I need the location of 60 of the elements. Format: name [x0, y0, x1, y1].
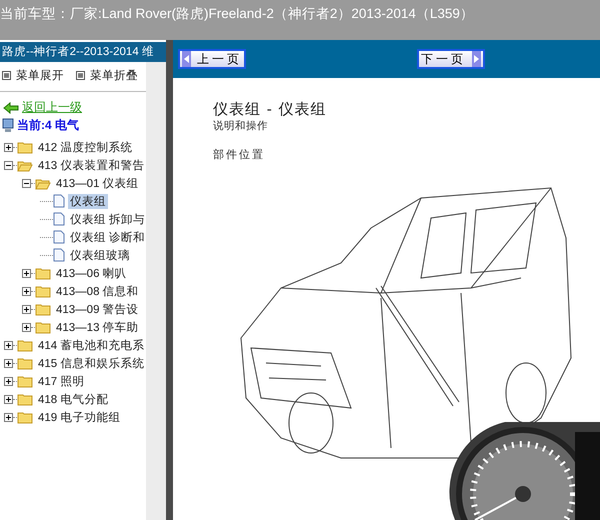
expand-icon[interactable] [4, 340, 13, 350]
tree-item[interactable]: 414 蓄电池和充电系 [36, 338, 146, 352]
current-location: 当前:4 电气 [17, 117, 80, 134]
folder-icon [17, 140, 33, 154]
window-title: 当前车型：厂家:Land Rover(路虎)Freeland-2（神行者2）2013-2014（L359） [0, 6, 474, 21]
tree-item[interactable]: 仪表组 诊断和 [68, 230, 148, 244]
menu-link[interactable]: 菜单折叠 [76, 68, 138, 83]
tree-item[interactable]: 418 电气分配 [36, 392, 110, 406]
tree-item[interactable]: 413—01 仪表组 [54, 176, 141, 190]
expand-icon[interactable] [4, 376, 13, 386]
document-icon [53, 194, 65, 208]
document-title: 仪表组 - 仪表组 [213, 100, 328, 119]
arrow-left-icon [182, 51, 191, 67]
document-icon [53, 230, 65, 244]
folder-icon [17, 392, 33, 406]
expand-icon[interactable] [4, 394, 13, 404]
expand-icon[interactable] [22, 304, 31, 314]
tree-item[interactable]: 413—13 停车助 [54, 320, 141, 334]
tree-item[interactable]: 413 仪表装置和警告 [36, 158, 146, 172]
folder-icon [35, 284, 51, 298]
expand-icon[interactable] [4, 412, 13, 422]
folder-icon [17, 338, 33, 352]
folder-icon [35, 320, 51, 334]
collapse-icon[interactable] [4, 160, 13, 170]
folder-icon [35, 176, 51, 190]
collapse-icon[interactable] [22, 178, 31, 188]
tree-item[interactable]: 415 信息和娱乐系统 [36, 356, 146, 370]
section-heading: 部件位置 [213, 147, 266, 162]
folder-icon [17, 356, 33, 370]
menu-link[interactable]: 菜单展开 [2, 68, 64, 83]
document-icon [53, 212, 65, 226]
computer-icon [2, 118, 14, 133]
next-page-button[interactable]: 下一页 [417, 49, 485, 69]
folder-icon [17, 410, 33, 424]
folder-icon [35, 266, 51, 280]
list-icon [76, 71, 85, 80]
folder-icon [17, 374, 33, 388]
folder-icon [35, 302, 51, 316]
sidebar-header: 路虎--神行者2--2013-2014 维 [0, 42, 166, 62]
tree-item[interactable]: 仪表组 [68, 194, 108, 208]
tree-item[interactable]: 419 电子功能组 [36, 410, 122, 424]
expand-icon[interactable] [4, 142, 13, 152]
tree-item[interactable]: 413—06 喇叭 [54, 266, 129, 280]
folder-icon [17, 158, 33, 172]
expand-icon[interactable] [22, 286, 31, 296]
expand-icon[interactable] [4, 358, 13, 368]
expand-icon[interactable] [22, 268, 31, 278]
document-icon [53, 248, 65, 262]
tree-item[interactable]: 仪表组玻璃 [68, 248, 132, 262]
tree-item[interactable]: 417 照明 [36, 374, 86, 388]
arrow-left-icon [3, 102, 19, 114]
arrow-right-icon [472, 51, 481, 67]
expand-icon[interactable] [22, 322, 31, 332]
back-link[interactable]: 返回上一级 [22, 99, 82, 116]
tree-item[interactable]: 413—09 警告设 [54, 302, 141, 316]
document-subtitle: 说明和操作 [213, 119, 269, 133]
previous-page-button[interactable]: 上一页 [178, 49, 246, 69]
tree-item[interactable]: 仪表组 拆卸与 [68, 212, 148, 226]
tree-item[interactable]: 413—08 信息和 [54, 284, 141, 298]
tree-item[interactable]: 412 温度控制系统 [36, 140, 134, 154]
